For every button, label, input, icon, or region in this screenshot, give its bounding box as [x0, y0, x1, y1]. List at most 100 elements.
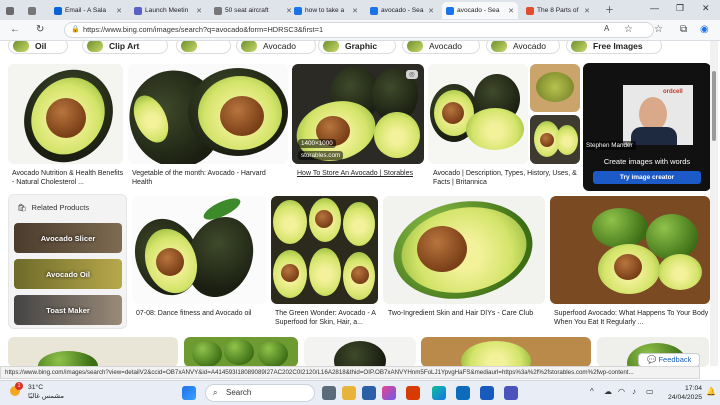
filter-pill-avocado-2[interactable]: Avocado	[402, 41, 480, 54]
tab-avocado-active[interactable]: avocado - Sea ✕	[442, 2, 518, 19]
pill-label: Oil	[35, 41, 47, 51]
related-item-avocado-slicer[interactable]: Avocado Slicer	[14, 223, 122, 253]
result-image-8[interactable]	[271, 196, 378, 304]
tab-aircraft[interactable]: 50 seat aircraft ✕	[210, 2, 296, 19]
tab-email[interactable]: Email - A Sala ✕	[50, 2, 126, 19]
minimize-icon[interactable]: —	[650, 3, 659, 13]
lock-icon: 🔒	[71, 26, 80, 33]
feedback-button[interactable]: 💬 Feedback	[638, 353, 701, 367]
profile-icon	[6, 6, 14, 15]
url-field[interactable]: 🔒 https://www.bing.com/images/search?q=a…	[64, 22, 654, 38]
tab-parts[interactable]: The 8 Parts of ✕	[522, 2, 594, 19]
taskbar-search[interactable]: ⌕ Search	[205, 384, 315, 402]
pill-thumb	[491, 41, 507, 52]
brand-text: ordcell	[663, 89, 683, 95]
copilot-icon[interactable]: ◉	[700, 24, 709, 35]
result-caption-2[interactable]: Vegetable of the month: Avocado - Harvar…	[132, 169, 282, 187]
collections-icon[interactable]: ⧉	[680, 24, 687, 35]
cloud-icon[interactable]: ☁	[604, 387, 612, 396]
filter-pill-clip-art[interactable]: Clip Art	[82, 41, 168, 54]
maximize-icon[interactable]: ❐	[676, 3, 684, 14]
filter-pill-oil[interactable]: Oil	[8, 41, 68, 54]
result-image-12[interactable]	[184, 337, 298, 367]
taskbar-clock[interactable]: 17:04 24/04/2025	[668, 384, 702, 402]
result-image-2[interactable]	[128, 64, 288, 164]
result-image-6[interactable]	[530, 115, 580, 164]
wifi-icon[interactable]: ◠	[618, 387, 625, 396]
close-icon[interactable]: ✕	[428, 7, 434, 15]
result-caption-1[interactable]: Avocado Nutrition & Health Benefits - Na…	[12, 169, 124, 187]
result-caption-8[interactable]: The Green Wonder: Avocado - A Superfood …	[275, 309, 379, 327]
feedback-label: Feedback	[658, 355, 692, 364]
battery-icon[interactable]: ▭	[646, 387, 654, 396]
tab-avocado-1[interactable]: avocado - Sea ✕	[366, 2, 438, 19]
filter-pill-avocado-3[interactable]: Avocado	[486, 41, 560, 54]
notifications-icon[interactable]: 🔔	[706, 387, 716, 396]
favorites-icon[interactable]: ☆	[654, 24, 663, 35]
result-image-9[interactable]	[383, 196, 545, 304]
result-caption-3[interactable]: How To Store An Avocado | Storables	[297, 169, 427, 178]
scrollbar-thumb[interactable]	[712, 71, 716, 141]
result-image-14[interactable]	[421, 337, 591, 367]
filter-pill-free-images[interactable]: Free Images	[566, 41, 662, 54]
tab-how-to-take[interactable]: how to take a ✕	[290, 2, 362, 19]
result-image-4[interactable]	[428, 64, 528, 164]
pill-label: Avocado	[429, 41, 462, 51]
read-aloud-icon[interactable]: A	[604, 24, 609, 33]
close-icon[interactable]: ✕	[508, 7, 514, 15]
teams-meeting-icon[interactable]	[504, 386, 518, 400]
filter-pill-3[interactable]	[176, 41, 231, 54]
result-caption-4[interactable]: Avocado | Description, Types, History, U…	[433, 169, 581, 187]
visual-search-icon[interactable]: ◎	[406, 70, 418, 79]
new-tab-icon[interactable]: ＋	[605, 3, 614, 16]
outlook-app-icon[interactable]	[456, 386, 470, 400]
notification-count: 1	[15, 382, 23, 390]
filter-pill-avocado-1[interactable]: Avocado	[236, 41, 316, 54]
pill-label: Clip Art	[109, 41, 140, 51]
refresh-icon[interactable]: ↻	[36, 24, 44, 35]
file-explorer-icon[interactable]	[342, 386, 356, 400]
back-icon[interactable]: ←	[10, 24, 20, 35]
filter-pill-graphic[interactable]: Graphic	[318, 41, 396, 54]
result-image-5[interactable]	[530, 64, 580, 112]
task-view-icon[interactable]	[322, 386, 336, 400]
result-image-10[interactable]	[550, 196, 710, 304]
presenter-video: ordcell	[623, 85, 693, 145]
edge-icon[interactable]	[432, 386, 446, 400]
try-image-creator-button[interactable]: Try image creator	[593, 171, 701, 184]
close-icon[interactable]: ✕	[584, 7, 590, 15]
tab-profile[interactable]	[2, 2, 22, 19]
copilot-app-icon[interactable]	[382, 386, 396, 400]
chevron-up-icon[interactable]: ^	[590, 387, 594, 396]
word-icon[interactable]	[480, 386, 494, 400]
related-item-avocado-oil[interactable]: Avocado Oil	[14, 259, 122, 289]
result-caption-7[interactable]: 07-08: Dance fitness and Avocado oil	[136, 309, 266, 318]
url-text: https://www.bing.com/images/search?q=avo…	[83, 25, 324, 34]
tab-label: avocado - Sea	[457, 7, 500, 14]
result-image-11[interactable]	[8, 337, 178, 367]
close-icon[interactable]: ✕	[116, 7, 122, 15]
result-image-13[interactable]	[304, 337, 416, 367]
tab-launch-meeting[interactable]: Launch Meetin ✕	[130, 2, 206, 19]
favorite-star-icon[interactable]: ☆	[624, 24, 633, 35]
result-image-3[interactable]: 1400×1000 storables.com ◎	[292, 64, 424, 164]
close-window-icon[interactable]: ✕	[702, 3, 710, 14]
result-image-7[interactable]	[132, 196, 266, 304]
page-scrollbar[interactable]	[710, 41, 718, 366]
result-caption-10[interactable]: Superfood Avocado: What Happens To Your …	[554, 309, 710, 327]
close-icon[interactable]: ✕	[196, 7, 202, 15]
tab-workspaces[interactable]	[24, 2, 44, 19]
result-image-1[interactable]	[8, 64, 123, 164]
address-bar: ← ↻ 🔒 https://www.bing.com/images/search…	[0, 20, 720, 41]
pill-thumb	[407, 41, 423, 52]
volume-icon[interactable]: ♪	[632, 387, 636, 396]
close-icon[interactable]: ✕	[352, 7, 358, 15]
result-caption-9[interactable]: Two-Ingredient Skin and Hair DIYs - Care…	[388, 309, 544, 318]
pill-label: Free Images	[593, 41, 643, 51]
teams-app-icon[interactable]	[362, 386, 376, 400]
image-creator-card[interactable]: ordcell Stephen Mander Create images wit…	[583, 63, 711, 191]
related-item-toast-maker[interactable]: Toast Maker	[14, 295, 122, 325]
start-icon[interactable]	[182, 386, 196, 400]
office-icon[interactable]	[406, 386, 420, 400]
image-source-badge: storables.com	[298, 151, 344, 160]
